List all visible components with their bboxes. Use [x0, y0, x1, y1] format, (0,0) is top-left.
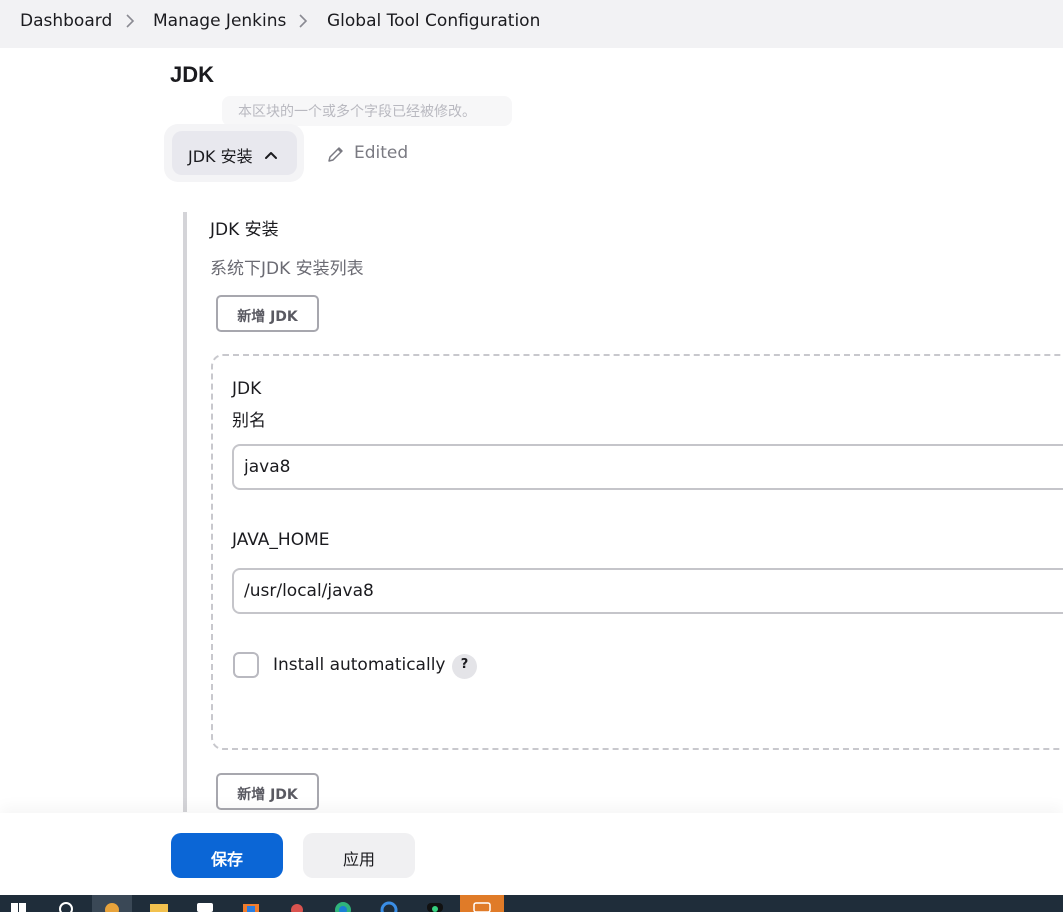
- os-taskbar: [0, 895, 1063, 916]
- chevron-right-icon: [298, 12, 308, 30]
- breadcrumb-global-tool-configuration[interactable]: Global Tool Configuration: [327, 11, 540, 31]
- edited-label: Edited: [354, 143, 409, 163]
- chevron-up-icon: [264, 146, 278, 165]
- java-home-label: JAVA_HOME: [232, 530, 330, 550]
- add-jdk-button[interactable]: 新增 JDK: [216, 295, 319, 332]
- edge-browser-icon[interactable]: [332, 895, 354, 916]
- add-jdk-button-bottom[interactable]: 新增 JDK: [216, 773, 319, 810]
- jdk-name-input[interactable]: [232, 444, 1063, 490]
- apply-button[interactable]: 应用: [303, 833, 415, 878]
- store-icon[interactable]: [240, 895, 262, 912]
- app-green-icon[interactable]: [424, 895, 446, 912]
- bottom-action-bar: [0, 813, 1063, 895]
- java-home-input[interactable]: [232, 568, 1063, 614]
- jdk-name-label: JDK: [232, 379, 262, 399]
- install-automatically-label[interactable]: Install automatically: [273, 655, 445, 675]
- app-jenkins-icon[interactable]: [92, 895, 132, 916]
- jdk-installations-dropdown[interactable]: JDK 安装: [172, 131, 297, 175]
- chevron-right-icon: [125, 12, 135, 30]
- breadcrumb-manage-jenkins[interactable]: Manage Jenkins: [153, 11, 286, 31]
- app-red-icon[interactable]: [286, 895, 308, 916]
- text-editor-icon[interactable]: [194, 895, 216, 912]
- breadcrumb-dashboard[interactable]: Dashboard: [20, 11, 112, 31]
- help-icon[interactable]: ?: [452, 654, 477, 679]
- section-indent-bar: [183, 212, 187, 812]
- help-icon-glyph: ?: [460, 657, 469, 672]
- app-orange-icon[interactable]: [460, 895, 504, 913]
- save-label: 保存: [210, 850, 243, 869]
- jdk-alias-label: 别名: [232, 411, 266, 431]
- file-explorer-icon[interactable]: [148, 895, 170, 912]
- jdk-installation-item: [211, 354, 1063, 750]
- add-jdk-label: 新增 JDK: [237, 787, 298, 803]
- modified-tooltip: 本区块的一个或多个字段已经被修改。: [222, 96, 512, 126]
- save-button[interactable]: 保存: [171, 833, 283, 878]
- install-automatically-checkbox[interactable]: [233, 652, 259, 678]
- installations-description: 系统下JDK 安装列表: [210, 259, 364, 279]
- browser-blue-icon[interactable]: [378, 895, 400, 916]
- breadcrumb: Dashboard Manage Jenkins Global Tool Con…: [0, 0, 1063, 48]
- modified-tooltip-text: 本区块的一个或多个字段已经被修改。: [238, 104, 476, 120]
- windows-start-icon[interactable]: [8, 895, 30, 912]
- pencil-icon: [326, 144, 346, 168]
- apply-label: 应用: [342, 850, 375, 869]
- section-title: JDK: [170, 62, 215, 87]
- installations-title: JDK 安装: [210, 220, 279, 240]
- add-jdk-label: 新增 JDK: [237, 309, 298, 325]
- dropdown-label: JDK 安装: [188, 147, 253, 166]
- search-icon[interactable]: [54, 895, 78, 916]
